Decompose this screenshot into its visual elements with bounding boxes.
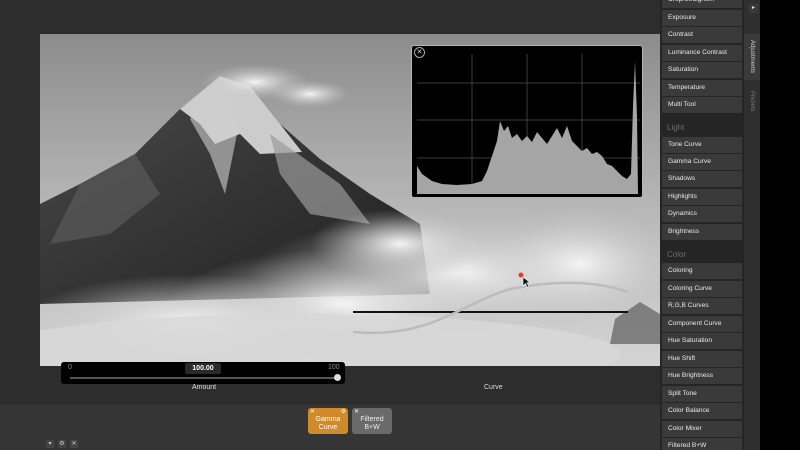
left-strip xyxy=(0,0,40,405)
panel-item-tone-curve[interactable]: Tone Curve xyxy=(662,137,742,153)
panel-item-split-tone[interactable]: Split Tone xyxy=(662,386,742,402)
panel-item-shadows[interactable]: Shadows xyxy=(662,171,742,187)
panel-item-highlights[interactable]: Highlights xyxy=(662,189,742,205)
panel-item-rgb-curves[interactable]: R,G,B Curves xyxy=(662,298,742,314)
chevron-down-icon[interactable]: ▾ xyxy=(46,440,54,448)
app-window: ✕ 0 100 100.00 Amount Curve ✕ ⚙ Gamma Cur… xyxy=(0,0,800,450)
tile-label: Gamma Curve xyxy=(315,416,341,431)
panel-item-dynamics[interactable]: Dynamics xyxy=(662,206,742,222)
tray-tile-gamma-curve[interactable]: ✕ ⚙ Gamma Curve xyxy=(308,408,348,434)
tile-gear-icon[interactable]: ⚙ xyxy=(341,409,346,415)
panel-item-temperature[interactable]: Temperature xyxy=(662,80,742,96)
panel-item-luminance-contrast[interactable]: Luminance Contrast xyxy=(662,45,742,61)
amount-value-field[interactable]: 100.00 xyxy=(185,363,221,374)
close-icon[interactable]: ✕ xyxy=(70,440,78,448)
tab-presets[interactable]: Presets xyxy=(744,86,760,116)
panel-item-hue-saturation[interactable]: Hue Saturation xyxy=(662,333,742,349)
gear-icon[interactable]: ⚙ xyxy=(58,440,66,448)
amount-slider-track[interactable] xyxy=(70,377,340,379)
adjustments-panel: Crop/Straighten Exposure Contrast Lumina… xyxy=(660,0,744,450)
panel-item-crop-straighten[interactable]: Crop/Straighten xyxy=(662,0,742,8)
panel-item-multi-tool[interactable]: Multi Tool xyxy=(662,97,742,113)
tile-close-icon[interactable]: ✕ xyxy=(310,409,315,415)
panel-item-brightness[interactable]: Brightness xyxy=(662,224,742,240)
panel-item-component-curve[interactable]: Component Curve xyxy=(662,316,742,332)
panel-item-color-mixer[interactable]: Color Mixer xyxy=(662,421,742,437)
top-toolbar xyxy=(40,0,660,34)
histogram-graph xyxy=(417,54,640,194)
chevron-right-icon[interactable]: ▸ xyxy=(749,4,758,13)
histogram-panel: ✕ xyxy=(411,45,643,198)
panel-item-hue-shift[interactable]: Hue Shift xyxy=(662,351,742,367)
histogram-close-icon[interactable]: ✕ xyxy=(414,47,425,58)
section-heading-light: Light xyxy=(667,123,685,132)
tile-close-icon[interactable]: ✕ xyxy=(354,409,359,415)
tray-tile-filtered-bw[interactable]: ✕ Filtered B+W xyxy=(352,408,392,434)
section-heading-color: Color xyxy=(667,250,687,259)
panel-item-color-balance[interactable]: Color Balance xyxy=(662,403,742,419)
panel-item-exposure[interactable]: Exposure xyxy=(662,10,742,26)
panel-item-coloring-curve[interactable]: Coloring Curve xyxy=(662,281,742,297)
panel-item-hue-brightness[interactable]: Hue Brightness xyxy=(662,368,742,384)
tile-label: Filtered B+W xyxy=(360,416,384,431)
panel-item-contrast[interactable]: Contrast xyxy=(662,27,742,43)
panel-item-saturation[interactable]: Saturation xyxy=(662,62,742,78)
tab-adjustments[interactable]: Adjustments xyxy=(744,34,760,80)
panel-item-filtered-bw[interactable]: Filtered B+W xyxy=(662,438,742,450)
amount-label: Amount xyxy=(192,384,217,391)
amount-slider-thumb[interactable] xyxy=(334,374,341,381)
curve-label: Curve xyxy=(484,384,503,391)
window-edge xyxy=(760,0,800,450)
amount-max-label: 100 xyxy=(328,364,340,371)
panel-item-coloring[interactable]: Coloring xyxy=(662,263,742,279)
panel-item-gamma-curve[interactable]: Gamma Curve xyxy=(662,154,742,170)
amount-min-label: 0 xyxy=(68,364,72,371)
